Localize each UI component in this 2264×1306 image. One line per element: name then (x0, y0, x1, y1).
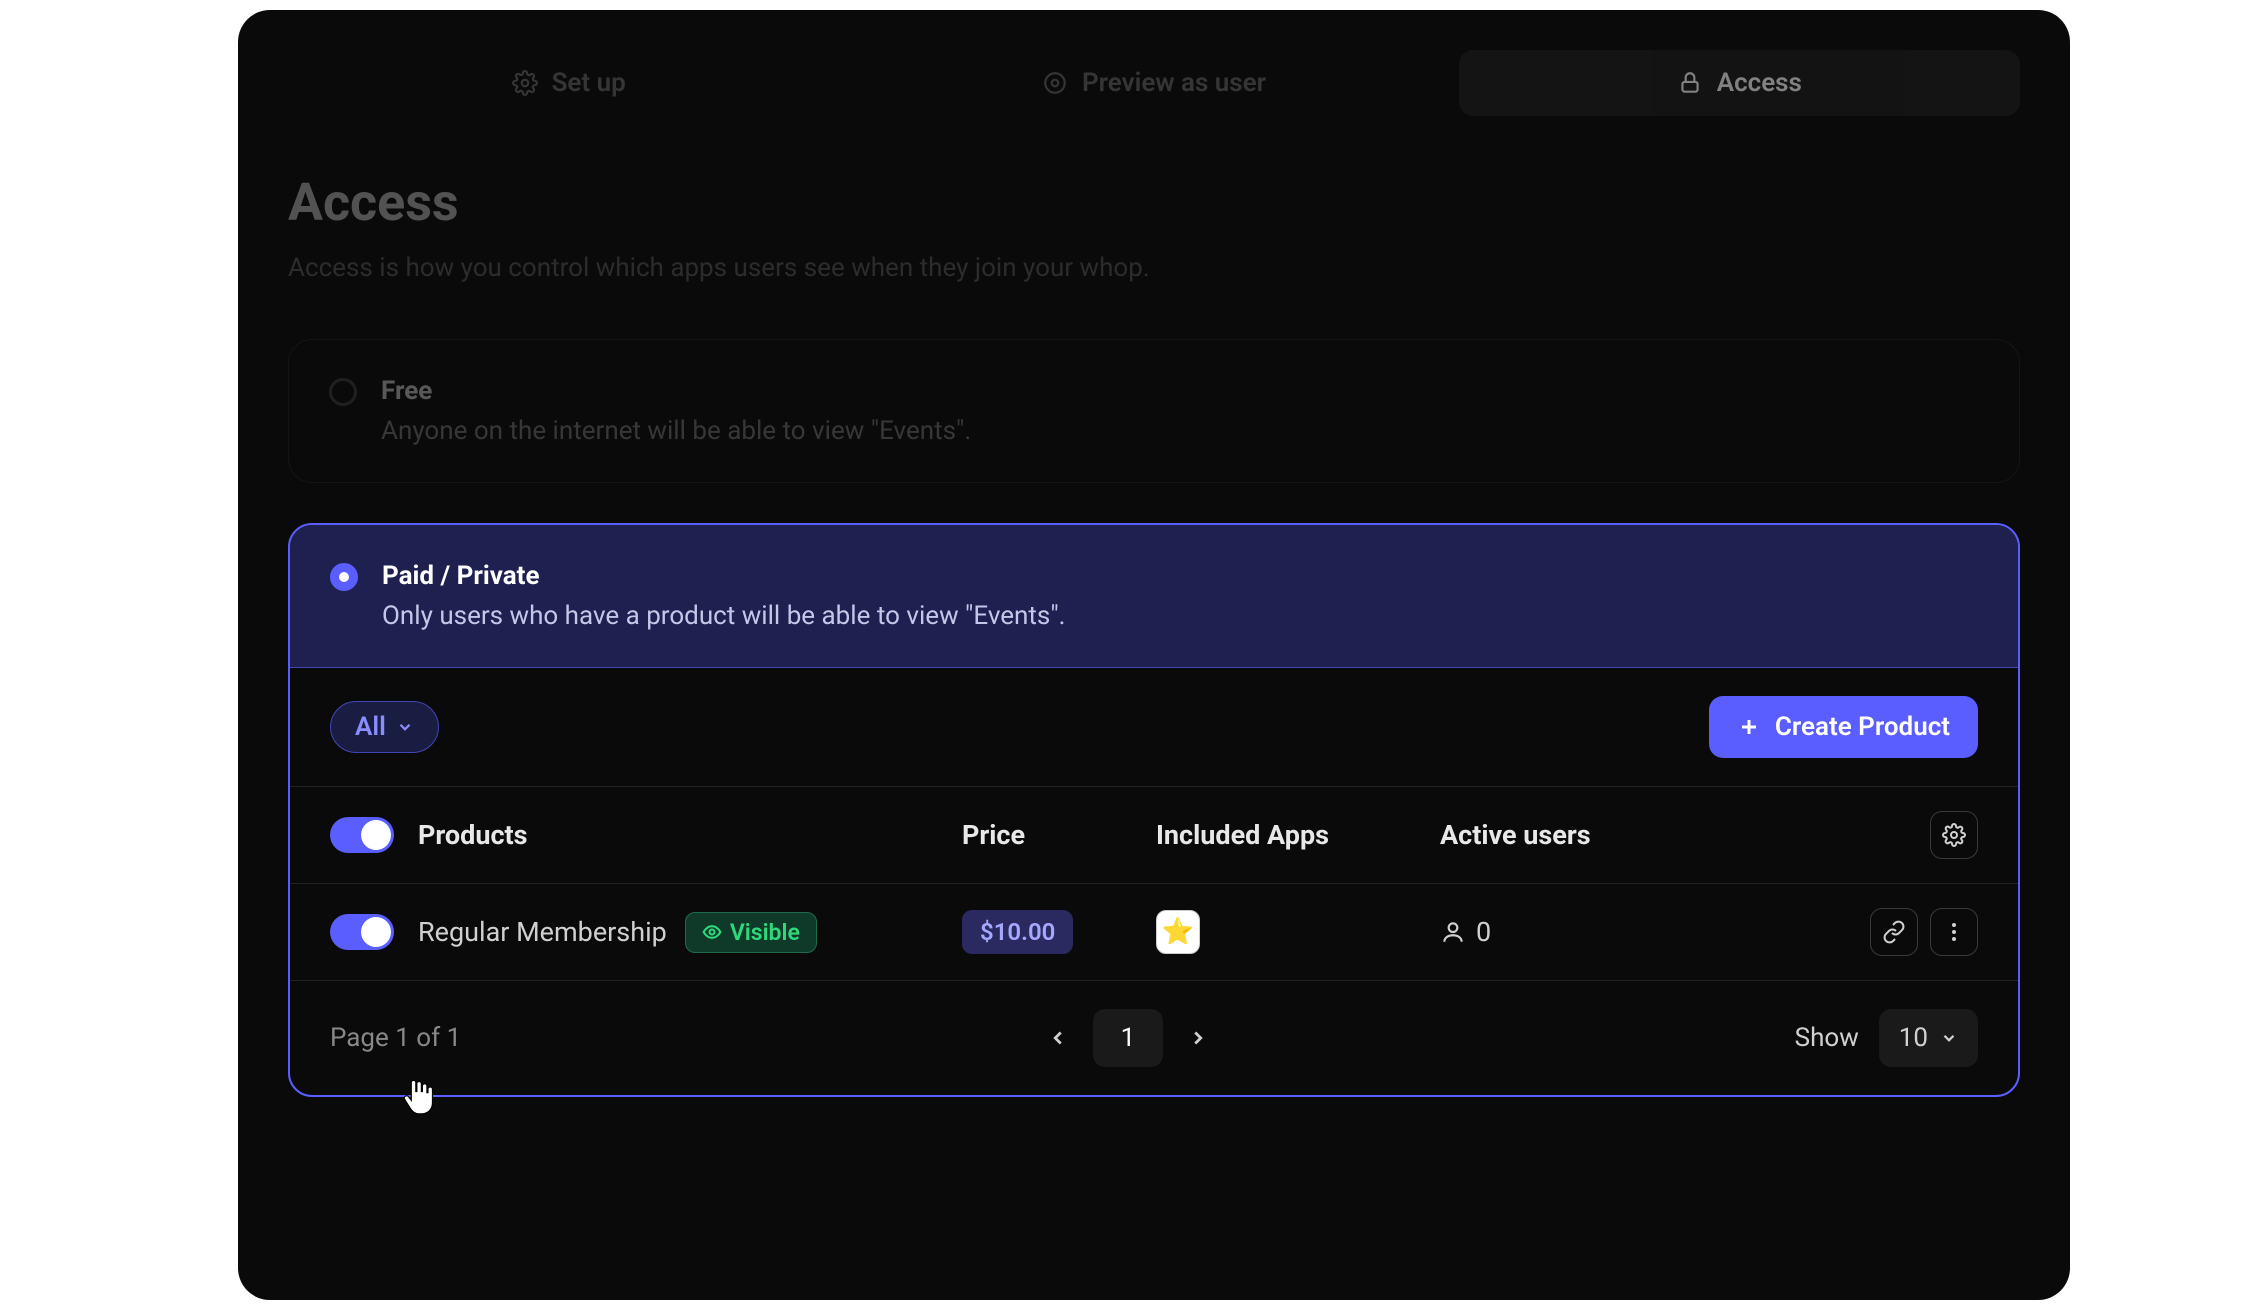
paid-card: Paid / Private Only users who have a pro… (288, 523, 2020, 1097)
price-pill: $10.00 (962, 910, 1073, 954)
header-products: Products (418, 819, 938, 851)
header-price: Price (962, 819, 1132, 851)
link-icon (1882, 920, 1906, 944)
visibility-label: Visible (730, 919, 800, 946)
radio-paid[interactable] (330, 563, 358, 591)
paid-card-header[interactable]: Paid / Private Only users who have a pro… (290, 525, 2018, 668)
create-product-label: Create Product (1775, 712, 1950, 742)
copy-link-button[interactable] (1870, 908, 1918, 956)
tab-preview[interactable]: Preview as user (873, 50, 1434, 116)
free-card[interactable]: Free Anyone on the internet will be able… (288, 339, 2020, 483)
table-settings-button[interactable] (1930, 811, 1978, 859)
eye-icon (702, 922, 722, 942)
create-product-button[interactable]: Create Product (1709, 696, 1978, 758)
tab-setup-label: Set up (552, 68, 626, 98)
lock-icon (1677, 70, 1703, 96)
gear-icon (512, 70, 538, 96)
app-window: Set up Preview as user Access Access Acc… (238, 10, 2070, 1300)
gear-icon (1942, 823, 1966, 847)
user-icon (1440, 919, 1466, 945)
tab-access[interactable]: Access (1459, 50, 2020, 116)
show-label: Show (1795, 1023, 1859, 1053)
app-icon: ⭐ (1156, 910, 1200, 954)
more-actions-button[interactable] (1930, 908, 1978, 956)
eye-icon (1042, 70, 1068, 96)
visibility-badge: Visible (685, 912, 817, 953)
free-card-title: Free (381, 376, 971, 406)
product-name: Regular Membership (418, 916, 667, 948)
chevron-down-icon (396, 718, 414, 736)
paid-card-desc: Only users who have a product will be ab… (382, 601, 1066, 631)
paid-card-title: Paid / Private (382, 561, 1066, 591)
tab-setup[interactable]: Set up (288, 50, 849, 116)
filter-all-pill[interactable]: All (330, 701, 439, 753)
free-card-desc: Anyone on the internet will be able to v… (381, 416, 971, 446)
pagination: Page 1 of 1 1 Show 10 (290, 981, 2018, 1095)
chevron-left-icon[interactable] (1047, 1027, 1069, 1049)
active-users: 0 (1440, 916, 1844, 948)
plus-icon (1737, 715, 1761, 739)
page-summary: Page 1 of 1 (330, 1023, 461, 1053)
top-tabs: Set up Preview as user Access (288, 50, 2020, 116)
filter-row: All Create Product (290, 668, 2018, 787)
page-title: Access (288, 172, 2020, 233)
radio-free[interactable] (329, 378, 357, 406)
page-number-box[interactable]: 1 (1093, 1009, 1164, 1067)
toggle-row-product[interactable] (330, 914, 394, 950)
filter-all-label: All (355, 712, 386, 742)
header-apps: Included Apps (1156, 819, 1416, 851)
star-icon: ⭐ (1162, 917, 1194, 947)
table-row: Regular Membership Visible $10.00 ⭐ (290, 884, 2018, 981)
chevron-right-icon[interactable] (1187, 1027, 1209, 1049)
tab-preview-label: Preview as user (1082, 68, 1266, 98)
header-users: Active users (1440, 819, 1844, 851)
chevron-down-icon (1940, 1029, 1958, 1047)
toggle-all-products[interactable] (330, 817, 394, 853)
page-subtitle: Access is how you control which apps use… (288, 253, 2020, 283)
page-size-select[interactable]: 10 (1879, 1009, 1978, 1067)
more-vertical-icon (1942, 920, 1966, 944)
page-size-value: 10 (1899, 1023, 1928, 1053)
table-header: Products Price Included Apps Active user… (290, 787, 2018, 884)
tab-access-label: Access (1717, 68, 1802, 98)
active-users-count: 0 (1476, 916, 1491, 948)
